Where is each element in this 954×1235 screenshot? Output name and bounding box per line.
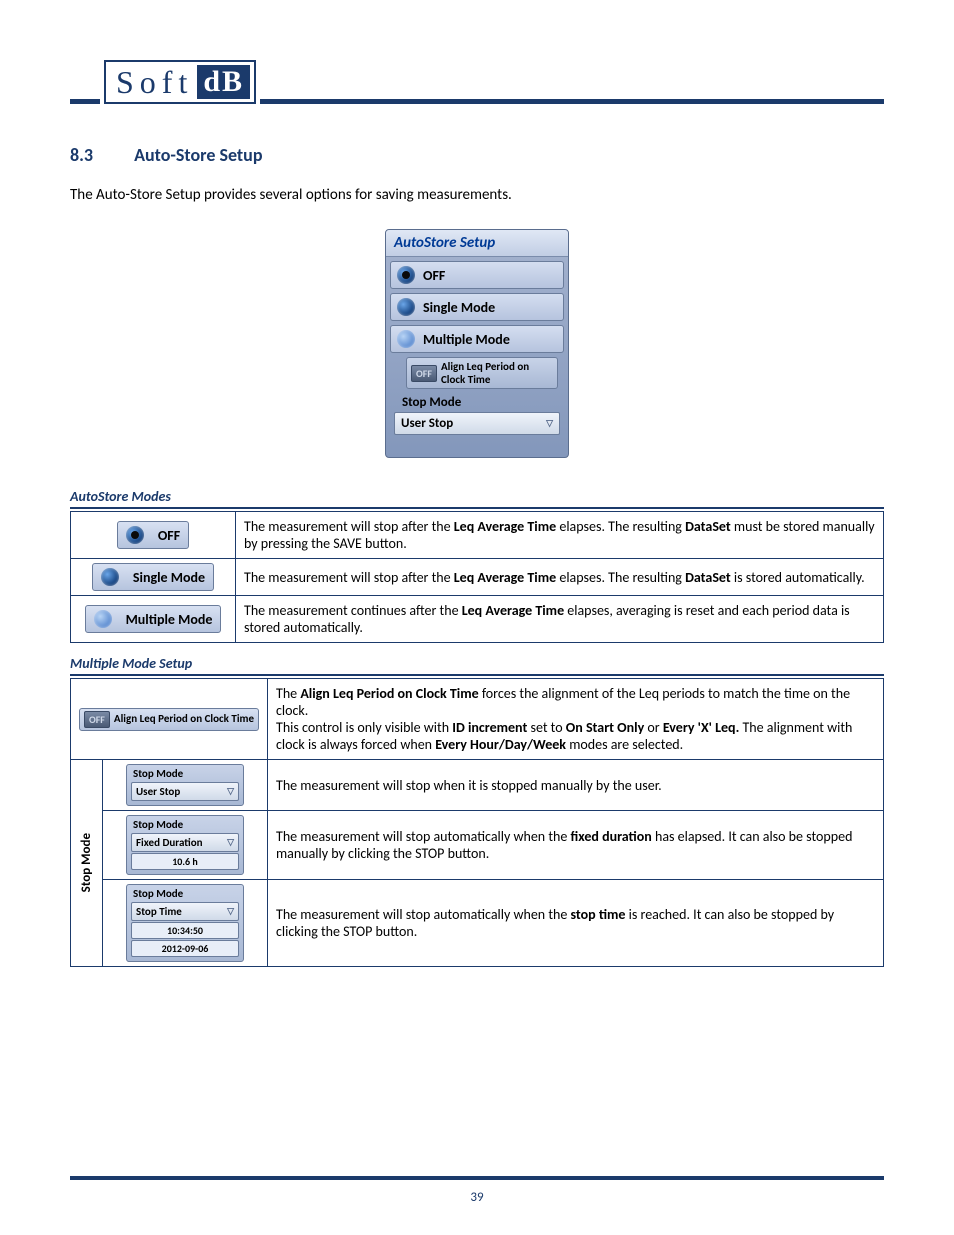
fixed-duration-desc: The measurement will stop automatically …: [268, 811, 884, 880]
chevron-down-icon: ▽: [227, 837, 234, 848]
table-row: Stop Mode Stop Mode User Stop▽ The measu…: [71, 760, 884, 811]
stop-time-desc: The measurement will stop automatically …: [268, 880, 884, 967]
mode-off-row[interactable]: OFF: [390, 261, 564, 289]
align-toggle-state: OFF: [84, 711, 110, 728]
mode-off-widget: OFF: [117, 521, 189, 549]
mode-multiple-label: Multiple Mode: [126, 611, 213, 628]
chevron-down-icon: ▽: [227, 906, 234, 917]
header-rule-right: [260, 99, 884, 104]
radio-single-icon: [101, 568, 119, 586]
align-toggle-label: Align Leq Period on Clock Time: [441, 360, 553, 386]
align-leq-desc: The Align Leq Period on Clock Time force…: [268, 679, 884, 760]
mode-multiple-widget: Multiple Mode: [85, 605, 222, 633]
fixed-duration-widget: Stop Mode Fixed Duration▽ 10.6 h: [126, 815, 244, 875]
stop-time-d: 2012-09-06: [131, 940, 239, 957]
section-number: 8.3: [70, 144, 130, 166]
mode-single-label: Single Mode: [133, 569, 205, 586]
mode-multiple-desc: The measurement continues after the Leq …: [236, 596, 884, 643]
table-row: Stop Mode Stop Time▽ 10:34:50 2012-09-06…: [71, 880, 884, 967]
stop-time-t: 10:34:50: [131, 922, 239, 939]
radio-multiple-icon: [397, 330, 415, 348]
mode-single-row[interactable]: Single Mode: [390, 293, 564, 321]
page-number: 39: [0, 1190, 954, 1205]
align-leq-widget: OFF Align Leq Period on Clock Time: [79, 708, 259, 731]
header-rule-left: [70, 99, 100, 104]
fixed-duration-sub: 10.6 h: [131, 853, 239, 870]
stop-mode-value: User Stop: [401, 416, 453, 431]
autostore-modes-caption: AutoStore Modes: [70, 488, 884, 509]
table-row: OFF Align Leq Period on Clock Time The A…: [71, 679, 884, 760]
table-row: Single Mode The measurement will stop af…: [71, 559, 884, 596]
user-stop-widget: Stop Mode User Stop▽: [126, 764, 244, 806]
stop-time-value: Stop Time▽: [131, 902, 239, 921]
mode-single-widget: Single Mode: [92, 563, 214, 591]
page-header: Soft dB: [70, 60, 884, 104]
intro-paragraph: The Auto-Store Setup provides several op…: [70, 186, 884, 204]
fixed-duration-value: Fixed Duration▽: [131, 833, 239, 852]
chevron-down-icon: ▽: [227, 786, 234, 797]
mode-multiple-row[interactable]: Multiple Mode: [390, 325, 564, 353]
mode-off-label: OFF: [158, 527, 180, 544]
logo: Soft dB: [104, 60, 256, 104]
user-stop-value: User Stop▽: [131, 782, 239, 801]
radio-multiple-icon: [94, 610, 112, 628]
stop-mode-label: Stop Mode: [386, 393, 568, 412]
user-stop-desc: The measurement will stop when it is sto…: [268, 760, 884, 811]
section-heading: 8.3 Auto-Store Setup: [70, 144, 884, 166]
align-toggle-label: Align Leq Period on Clock Time: [114, 713, 254, 725]
table-row: Stop Mode Fixed Duration▽ 10.6 h The mea…: [71, 811, 884, 880]
autostore-modes-table: OFF The measurement will stop after the …: [70, 511, 884, 643]
section-title: Auto-Store Setup: [134, 144, 262, 166]
multiple-mode-setup-table: OFF Align Leq Period on Clock Time The A…: [70, 678, 884, 967]
multiple-mode-setup-caption: Multiple Mode Setup: [70, 655, 884, 676]
stop-mode-vertical-label: Stop Mode: [79, 833, 94, 892]
mode-multiple-label: Multiple Mode: [423, 331, 510, 348]
radio-off-icon: [126, 526, 144, 544]
autostore-setup-panel: AutoStore Setup OFF Single Mode Multiple…: [385, 229, 569, 458]
logo-soft-text: Soft: [116, 64, 193, 101]
table-row: OFF The measurement will stop after the …: [71, 512, 884, 559]
table-row: Multiple Mode The measurement continues …: [71, 596, 884, 643]
logo-db-text: dB: [197, 65, 250, 99]
mode-single-label: Single Mode: [423, 299, 495, 316]
chevron-down-icon: ▽: [546, 418, 553, 429]
radio-single-icon: [397, 298, 415, 316]
stop-time-widget: Stop Mode Stop Time▽ 10:34:50 2012-09-06: [126, 884, 244, 962]
mode-off-desc: The measurement will stop after the Leq …: [236, 512, 884, 559]
align-leq-toggle[interactable]: OFF Align Leq Period on Clock Time: [406, 357, 558, 389]
mode-single-desc: The measurement will stop after the Leq …: [236, 559, 884, 596]
mode-off-label: OFF: [423, 267, 445, 284]
radio-off-icon: [397, 266, 415, 284]
footer-rule: [70, 1176, 884, 1180]
align-toggle-state: OFF: [411, 365, 437, 382]
panel-title: AutoStore Setup: [386, 230, 568, 257]
stop-mode-dropdown[interactable]: User Stop ▽: [394, 412, 560, 435]
